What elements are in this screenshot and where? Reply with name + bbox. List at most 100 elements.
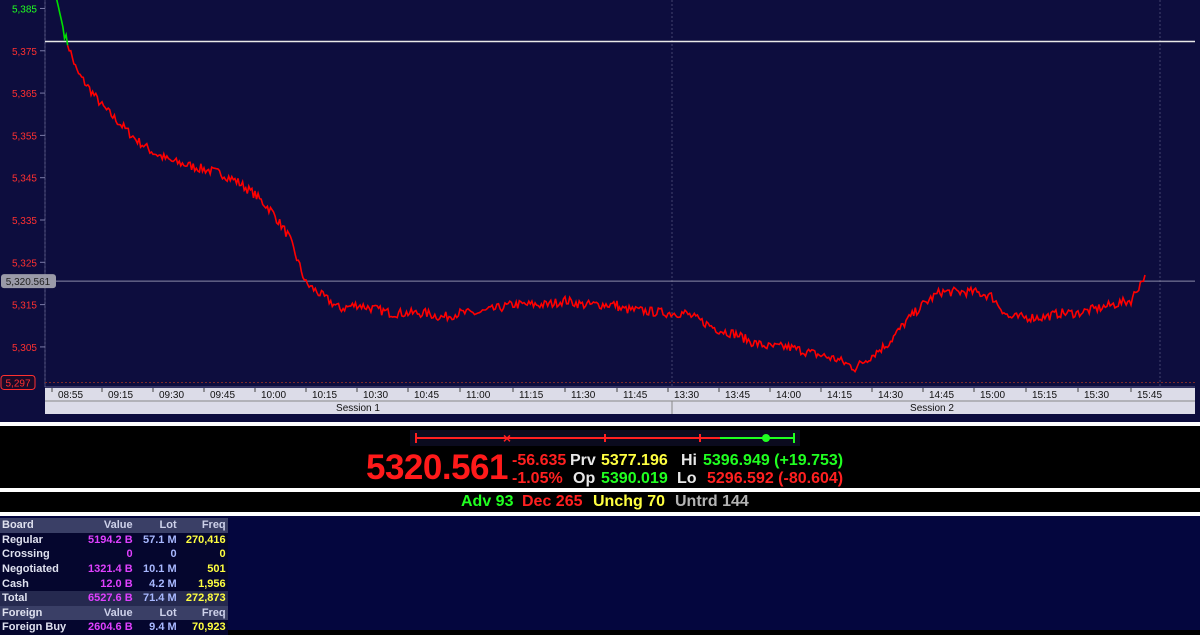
advances: Adv 93	[461, 493, 514, 510]
plot-background	[45, 0, 1195, 387]
x-tick-label: 10:30	[363, 390, 388, 401]
x-tick-label: 11:00	[466, 390, 491, 401]
high-value: 5396.949 (+19.753)	[703, 452, 844, 469]
y-tick-label: 5,375	[12, 47, 37, 58]
x-tick-label: 14:30	[878, 390, 903, 401]
price-change-pct: -1.05%	[512, 470, 563, 487]
row-label: Foreign Buy	[0, 620, 86, 635]
x-tick-label: 14:45	[929, 390, 954, 401]
table-cell: 501	[178, 561, 228, 577]
table-header-row: Foreign Value Lot Freq	[0, 605, 228, 621]
table-row: Crossing 0 0 0	[0, 547, 228, 562]
row-label: Board	[0, 518, 86, 533]
x-tick-label: 15:00	[980, 390, 1005, 401]
y-tick-label: 5,305	[12, 343, 37, 354]
table-cell: 70,923	[178, 620, 228, 635]
table-row: Foreign Buy 2604.6 B 9.4 M 70,923	[0, 620, 228, 635]
table-cell: 9.4 M	[134, 620, 179, 635]
y-tick-label: 5,325	[12, 258, 37, 269]
x-tick-label: 13:45	[725, 390, 750, 401]
table-cell: 71.4 M	[134, 590, 179, 606]
table-cell: 2604.6 B	[86, 620, 135, 635]
declines: Dec 265	[522, 493, 583, 510]
intraday-chart[interactable]: 5,385 5,375 5,365 5,355 5,345 5,335 5,325 5,315…	[0, 0, 1200, 422]
x-tick-label: 10:00	[261, 390, 286, 401]
y-tick-label: 5,355	[12, 131, 37, 142]
table-cell: Lot	[134, 605, 179, 621]
table-cell: 0	[134, 547, 179, 562]
table-cell: 0	[86, 547, 135, 562]
x-tick-label: 09:15	[108, 390, 133, 401]
table-row: Negotiated 1321.4 B 10.1 M 501	[0, 561, 228, 577]
x-tick-label: 11:15	[519, 390, 544, 401]
table-total-row: Total 6527.6 B 71.4 M 272,873	[0, 590, 228, 606]
table-cell: 0	[178, 547, 228, 562]
row-label: Cash	[0, 576, 86, 591]
table-cell: 10.1 M	[134, 561, 179, 577]
high-label: Hi	[681, 452, 697, 469]
y-tick-label: 5,345	[12, 174, 37, 185]
table-cell: Value	[86, 518, 135, 533]
price-change: -56.635	[512, 452, 567, 469]
table-cell: 12.0 B	[86, 576, 135, 591]
x-tick-label: 09:30	[159, 390, 184, 401]
table-row: Cash 12.0 B 4.2 M 1,956	[0, 576, 228, 591]
board-summary-panel: Board Value Lot Freq Regular 5194.2 B 57.1 M 27…	[0, 516, 1200, 635]
open-value: 5390.019	[601, 470, 668, 487]
x-tick-label: 14:15	[827, 390, 852, 401]
svg-text:×: ×	[503, 430, 511, 446]
market-breadth: Adv 93 Dec 265 Unchg 70 Untrd 144	[0, 492, 1200, 512]
table-cell: 1,956	[178, 576, 228, 591]
table-header-row: Board Value Lot Freq	[0, 518, 228, 533]
y-tick-label: 5,335	[12, 216, 37, 227]
session-label: Session 1	[336, 403, 380, 414]
chart-canvas[interactable]: 5,385 5,375 5,365 5,355 5,345 5,335 5,325 5,315…	[0, 0, 1200, 422]
y-tick-label: 5,385	[12, 4, 37, 15]
x-tick-label: 11:45	[623, 390, 648, 401]
board-summary-table: Board Value Lot Freq Regular 5194.2 B 57.1 M 27…	[0, 518, 228, 635]
x-tick-label: 08:55	[58, 390, 83, 401]
y-tick-label: 5,365	[12, 89, 37, 100]
x-tick-label: 10:15	[312, 390, 337, 401]
table-cell: Freq	[178, 518, 228, 533]
table-cell: 6527.6 B	[86, 590, 135, 606]
table-row: Regular 5194.2 B 57.1 M 270,416	[0, 532, 228, 548]
row-label: Total	[0, 590, 86, 606]
table-cell: Lot	[134, 518, 179, 533]
row-label: Foreign	[0, 605, 86, 621]
x-tick-label: 10:45	[414, 390, 439, 401]
x-tick-label: 14:00	[776, 390, 801, 401]
x-tick-label: 13:30	[674, 390, 699, 401]
untraded: Untrd 144	[675, 493, 749, 510]
table-cell: 270,416	[178, 532, 228, 548]
open-label: Op	[573, 470, 596, 487]
row-label: Regular	[0, 532, 86, 548]
low-price-label: 5,297	[5, 378, 30, 389]
low-label: Lo	[677, 470, 697, 487]
x-tick-label: 15:15	[1032, 390, 1057, 401]
last-price: 5320.561	[366, 448, 508, 487]
x-tick-label: 15:45	[1137, 390, 1162, 401]
x-tick-label: 15:30	[1084, 390, 1109, 401]
session-axis-band	[45, 401, 1195, 414]
prev-close-label: Prv	[570, 452, 596, 469]
table-cell: 5194.2 B	[86, 532, 135, 548]
table-cell: Freq	[178, 605, 228, 621]
prev-close-value: 5377.196	[601, 452, 668, 469]
ticker-panel: ×	[0, 426, 1200, 488]
y-tick-label: 5,315	[12, 301, 37, 312]
session-label: Session 2	[910, 403, 954, 414]
x-tick-label: 11:30	[571, 390, 596, 401]
current-price-label: 5,320.561	[6, 277, 51, 288]
table-cell: Value	[86, 605, 135, 621]
table-cell: 4.2 M	[134, 576, 179, 591]
unchanged: Unchg 70	[593, 493, 666, 510]
low-value: 5296.592 (-80.604)	[707, 470, 844, 487]
x-tick-label: 09:45	[210, 390, 235, 401]
row-label: Negotiated	[0, 561, 86, 577]
day-range-indicator: ×	[410, 430, 800, 446]
row-label: Crossing	[0, 547, 86, 562]
table-cell: 272,873	[178, 590, 228, 606]
table-cell: 1321.4 B	[86, 561, 135, 577]
table-cell: 57.1 M	[134, 532, 179, 548]
